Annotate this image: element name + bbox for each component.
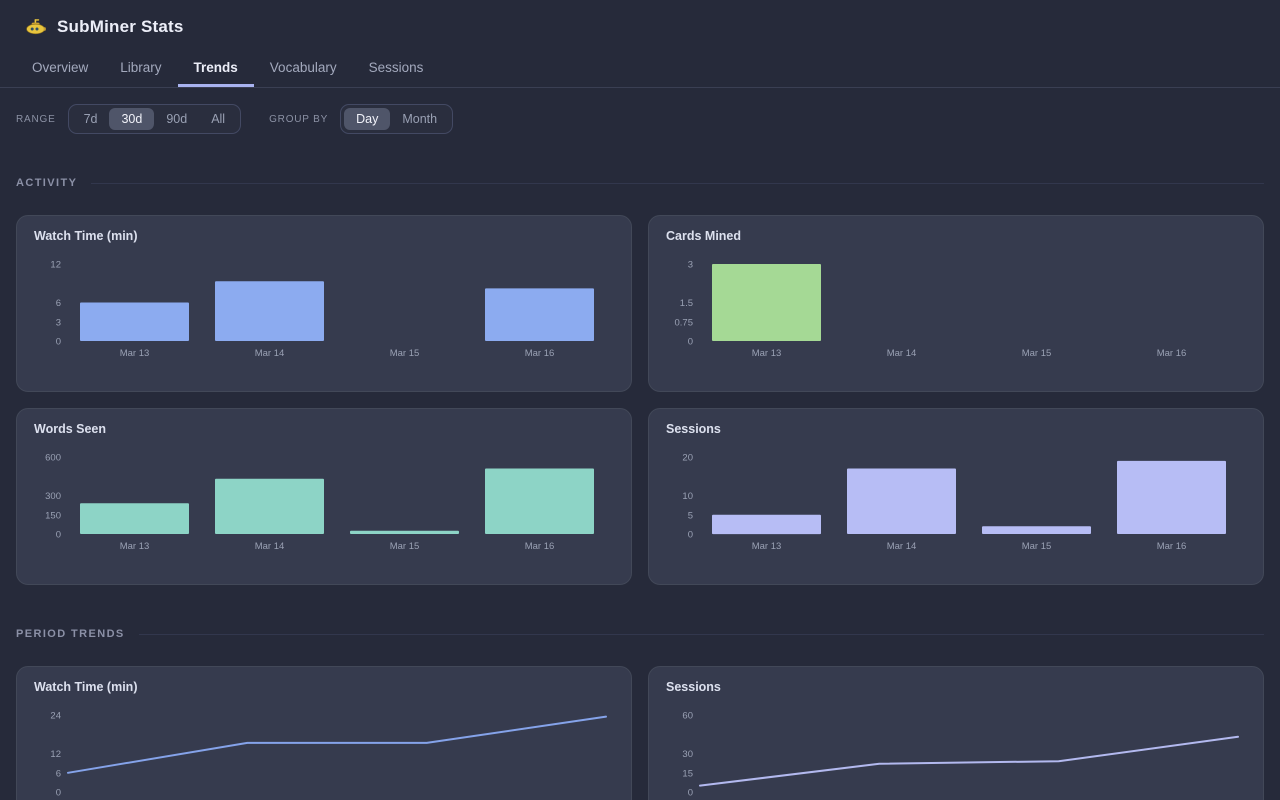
submarine-icon: [26, 18, 46, 36]
chart-card-cards-mined: 3 1.5 0.75 0 Mar 13 Mar 14 Mar 15 Mar 16 Cards …: [648, 215, 1264, 392]
bar-chart-sessions: 20 10 5 0 Mar 13 Mar 14 Mar 15 Mar 16: [649, 409, 1259, 584]
chart-card-sessions-trend: 60 30 15 0 Sessions: [648, 666, 1264, 800]
group-by-option-month[interactable]: Month: [390, 108, 449, 130]
section-header-period-trends: PERIOD TRENDS: [16, 627, 1264, 641]
range-label: RANGE: [16, 114, 56, 125]
chart-card-words-seen: 600 300 150 0 Mar 13 Mar 14 Mar 15 Mar 16 Words…: [16, 408, 632, 585]
chart-title: Words Seen: [34, 422, 106, 436]
svg-text:Mar 16: Mar 16: [1157, 348, 1187, 359]
svg-text:10: 10: [682, 491, 693, 502]
range-option-all[interactable]: All: [199, 108, 237, 130]
chart-title: Sessions: [666, 680, 721, 694]
svg-text:0: 0: [56, 337, 61, 348]
group-by-label: GROUP BY: [269, 114, 328, 125]
range-option-90d[interactable]: 90d: [154, 108, 199, 130]
svg-text:Mar 13: Mar 13: [752, 348, 782, 359]
tab-bar: Overview Library Trends Vocabulary Sessi…: [0, 47, 1280, 88]
group-by-option-day[interactable]: Day: [344, 108, 390, 130]
svg-text:6: 6: [56, 768, 61, 779]
svg-text:0: 0: [688, 788, 693, 799]
app-window: SubMiner Stats Overview Library Trends V…: [0, 0, 1280, 800]
svg-text:300: 300: [45, 491, 61, 502]
svg-text:15: 15: [682, 768, 693, 779]
section-divider: [139, 634, 1264, 635]
svg-text:0: 0: [688, 337, 693, 348]
app-title: SubMiner Stats: [57, 17, 184, 37]
svg-text:0: 0: [688, 530, 693, 541]
range-option-7d[interactable]: 7d: [72, 108, 110, 130]
chart-title: Watch Time (min): [34, 680, 137, 694]
svg-text:Mar 14: Mar 14: [887, 348, 917, 359]
section-title: ACTIVITY: [16, 177, 77, 189]
chart-card-watch-time-trend: 24 12 6 0 Watch Time (min): [16, 666, 632, 800]
svg-text:Mar 15: Mar 15: [390, 348, 420, 359]
svg-text:20: 20: [682, 453, 693, 464]
svg-text:3: 3: [56, 317, 61, 328]
section-divider: [91, 183, 1264, 184]
svg-text:Mar 15: Mar 15: [390, 541, 420, 552]
svg-text:Mar 14: Mar 14: [255, 348, 285, 359]
svg-text:Mar 14: Mar 14: [887, 541, 917, 552]
tab-vocabulary[interactable]: Vocabulary: [254, 47, 353, 87]
svg-text:12: 12: [50, 749, 61, 760]
period-trends-chart-grid: 241260 Watch Time (min) 6030150 Sessions: [16, 666, 1264, 800]
tab-library[interactable]: Library: [104, 47, 177, 87]
svg-text:Mar 15: Mar 15: [1022, 541, 1052, 552]
activity-chart-grid: 12 6 3 0 Mar 13 Mar 14 Mar 15 Mar 16 Watch Time…: [16, 215, 1264, 585]
chart-title: Cards Mined: [666, 229, 741, 243]
svg-text:Mar 14: Mar 14: [255, 541, 285, 552]
svg-text:Mar 15: Mar 15: [1022, 348, 1052, 359]
chart-card-sessions-daily: 20 10 5 0 Mar 13 Mar 14 Mar 15 Mar 16 Sessions: [648, 408, 1264, 585]
svg-text:Mar 13: Mar 13: [120, 541, 150, 552]
range-option-30d[interactable]: 30d: [109, 108, 154, 130]
bar-chart-words-seen: 600 300 150 0 Mar 13 Mar 14 Mar 15 Mar 16: [17, 409, 627, 584]
app-header: SubMiner Stats: [0, 0, 1280, 40]
section-header-activity: ACTIVITY: [16, 176, 1264, 190]
svg-text:Mar 16: Mar 16: [525, 348, 555, 359]
filter-bar: RANGE 7d 30d 90d All GROUP BY Day Month: [16, 104, 1264, 134]
svg-text:0.75: 0.75: [675, 317, 694, 328]
tab-trends[interactable]: Trends: [178, 47, 254, 87]
range-segmented-control: 7d 30d 90d All: [68, 104, 242, 134]
chart-title: Sessions: [666, 422, 721, 436]
tab-sessions[interactable]: Sessions: [353, 47, 440, 87]
svg-text:60: 60: [682, 711, 693, 722]
svg-text:150: 150: [45, 510, 61, 521]
svg-text:5: 5: [688, 510, 693, 521]
svg-text:0: 0: [56, 530, 61, 541]
svg-text:12: 12: [50, 260, 61, 271]
svg-text:30: 30: [682, 749, 693, 760]
svg-text:600: 600: [45, 453, 61, 464]
svg-text:24: 24: [50, 711, 61, 722]
svg-text:3: 3: [688, 260, 693, 271]
svg-text:Mar 16: Mar 16: [1157, 541, 1187, 552]
chart-card-watch-time-daily: 12 6 3 0 Mar 13 Mar 14 Mar 15 Mar 16 Watch Time…: [16, 215, 632, 392]
tab-overview[interactable]: Overview: [16, 47, 104, 87]
svg-text:1.5: 1.5: [680, 298, 693, 309]
line-chart-sessions: 60 30 15 0: [649, 667, 1259, 800]
svg-text:Mar 13: Mar 13: [752, 541, 782, 552]
svg-text:Mar 16: Mar 16: [525, 541, 555, 552]
group-by-segmented-control: Day Month: [340, 104, 453, 134]
svg-text:6: 6: [56, 298, 61, 309]
chart-title: Watch Time (min): [34, 229, 137, 243]
section-title: PERIOD TRENDS: [16, 628, 125, 640]
svg-text:0: 0: [56, 788, 61, 799]
svg-text:Mar 13: Mar 13: [120, 348, 150, 359]
